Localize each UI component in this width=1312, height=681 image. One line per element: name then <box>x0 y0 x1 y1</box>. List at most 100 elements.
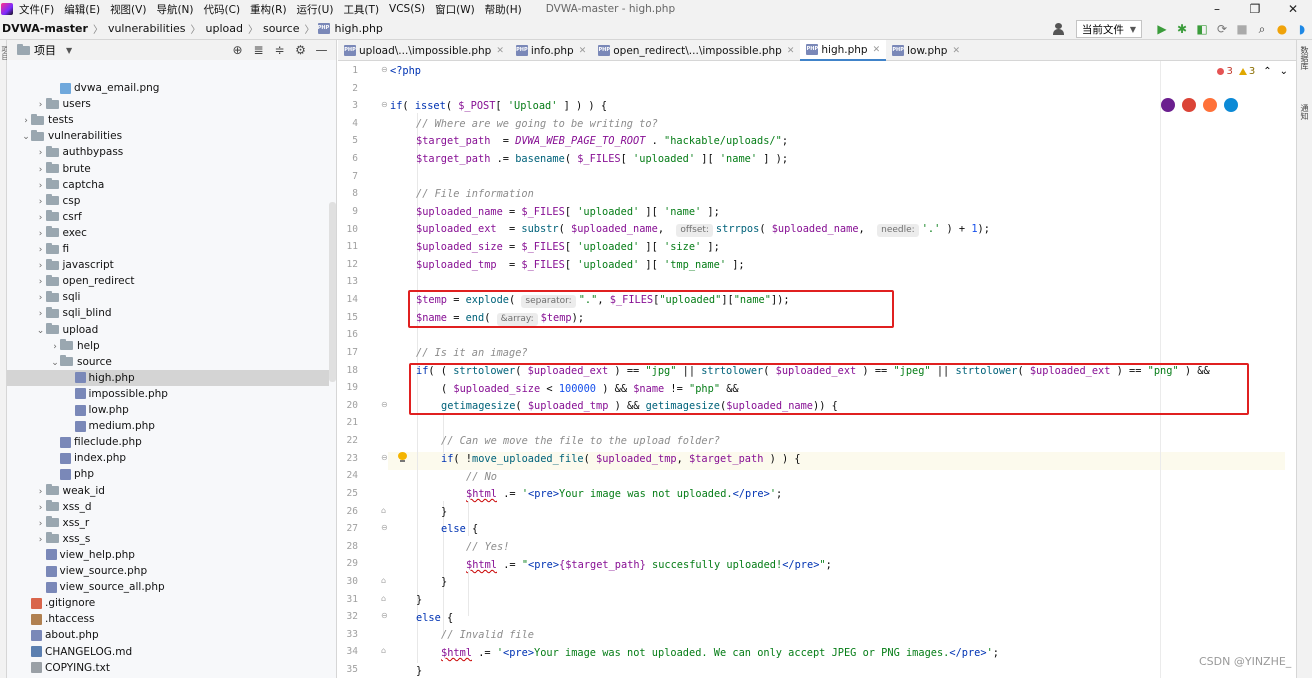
menu-help[interactable]: 帮助(H) <box>485 2 522 17</box>
menu-run[interactable]: 运行(U) <box>297 2 334 17</box>
fold-marker-icon[interactable]: ⊖ <box>381 65 388 74</box>
chrome-icon[interactable] <box>1182 98 1196 112</box>
menu-window[interactable]: 窗口(W) <box>435 2 475 17</box>
run-configuration-select[interactable]: 当前文件 ▼ <box>1076 20 1142 38</box>
chevron-right-icon[interactable]: › <box>36 97 46 113</box>
search-everywhere-icon[interactable]: ⌕ <box>1252 22 1272 37</box>
tree-item[interactable]: impossible.php <box>7 386 329 402</box>
breadcrumb-project[interactable]: DVWA-master <box>0 22 90 35</box>
editor-tab[interactable]: PHPupload\...\impossible.php✕ <box>338 40 510 61</box>
tree-item[interactable]: dvwa_email.png <box>7 80 329 96</box>
tree-item[interactable]: ⌄vulnerabilities <box>7 128 329 144</box>
editor-tab[interactable]: PHPhigh.php✕ <box>800 40 886 61</box>
close-tab-icon[interactable]: ✕ <box>873 45 881 55</box>
chevron-up-icon[interactable]: ⌃ <box>1263 66 1271 77</box>
close-window-button[interactable]: ✕ <box>1274 0 1312 18</box>
chevron-right-icon[interactable]: › <box>36 178 46 194</box>
locate-icon[interactable]: ⊕ <box>227 43 248 57</box>
updates-icon[interactable]: ● <box>1272 22 1292 36</box>
tree-item[interactable]: ›javascript <box>7 257 329 273</box>
tree-item[interactable]: fileclude.php <box>7 434 329 450</box>
tree-item[interactable]: ›captcha <box>7 177 329 193</box>
tree-item[interactable]: ›sqli <box>7 289 329 305</box>
stop-icon[interactable]: ■ <box>1232 22 1252 36</box>
tree-item[interactable]: ›xss_s <box>7 531 329 547</box>
edge-icon[interactable] <box>1224 98 1238 112</box>
chevron-right-icon[interactable]: › <box>36 274 46 290</box>
tree-item[interactable]: .htaccess <box>7 611 329 627</box>
chevron-down-icon[interactable]: ⌄ <box>1280 66 1288 77</box>
editor-tab[interactable]: PHPinfo.php✕ <box>510 40 592 61</box>
chevron-right-icon[interactable]: › <box>50 339 60 355</box>
tree-item[interactable]: ›xss_d <box>7 499 329 515</box>
tree-item[interactable]: view_help.php <box>7 547 329 563</box>
fold-marker-icon[interactable]: ⌂ <box>381 506 386 515</box>
breadcrumb-vulnerabilities[interactable]: vulnerabilities <box>106 22 188 35</box>
tree-item[interactable]: view_source.php <box>7 563 329 579</box>
fold-marker-icon[interactable]: ⊖ <box>381 400 388 409</box>
chevron-down-icon[interactable]: ⌄ <box>36 323 46 339</box>
chevron-right-icon[interactable]: › <box>36 500 46 516</box>
chevron-down-icon[interactable]: ▼ <box>66 46 72 55</box>
close-tab-icon[interactable]: ✕ <box>952 46 960 56</box>
chevron-down-icon[interactable]: ⌄ <box>21 129 31 145</box>
tree-item[interactable]: ›xss_r <box>7 515 329 531</box>
tree-item[interactable]: ›help <box>7 338 329 354</box>
run-icon[interactable]: ▶ <box>1152 22 1172 36</box>
chevron-right-icon[interactable]: › <box>36 162 46 178</box>
chevron-right-icon[interactable]: › <box>36 484 46 500</box>
tree-item[interactable]: ›tests <box>7 112 329 128</box>
breadcrumb-source[interactable]: source <box>261 22 302 35</box>
chevron-right-icon[interactable]: › <box>21 113 31 129</box>
chevron-down-icon[interactable]: ⌄ <box>50 355 60 371</box>
chevron-right-icon[interactable]: › <box>36 210 46 226</box>
tree-item[interactable]: ›exec <box>7 225 329 241</box>
tree-item[interactable]: COPYING.txt <box>7 660 329 676</box>
tree-scrollbar[interactable] <box>329 202 336 382</box>
phpstorm-browser-icon[interactable] <box>1161 98 1175 112</box>
editor-tab[interactable]: PHPlow.php✕ <box>886 40 966 61</box>
ide-logo-icon[interactable]: ◗ <box>1292 22 1312 36</box>
chevron-right-icon[interactable]: › <box>36 226 46 242</box>
inspection-widget[interactable]: 3 3 ⌃ ⌄ <box>1217 66 1288 77</box>
chevron-right-icon[interactable]: › <box>36 516 46 532</box>
menu-vcs[interactable]: VCS(S) <box>389 3 425 15</box>
tree-item[interactable]: php <box>7 466 329 482</box>
tree-item[interactable]: ⌄source <box>7 354 329 370</box>
tree-item[interactable]: ›sqli_blind <box>7 305 329 321</box>
tree-item[interactable]: .gitignore <box>7 595 329 611</box>
menu-edit[interactable]: 编辑(E) <box>64 2 100 17</box>
fold-marker-icon[interactable]: ⊖ <box>381 611 388 620</box>
database-tool-tab[interactable]: 数据库 <box>1299 46 1310 70</box>
project-panel-title[interactable]: 项目 <box>34 42 56 58</box>
chevron-right-icon[interactable]: › <box>36 532 46 548</box>
chevron-right-icon[interactable]: › <box>36 290 46 306</box>
tree-item[interactable]: low.php <box>7 402 329 418</box>
coverage-icon[interactable]: ◧ <box>1192 22 1212 36</box>
chevron-right-icon[interactable]: › <box>36 242 46 258</box>
tree-item[interactable]: ⌄upload <box>7 322 329 338</box>
tree-item[interactable]: ›open_redirect <box>7 273 329 289</box>
menu-view[interactable]: 视图(V) <box>110 2 146 17</box>
menu-refactor[interactable]: 重构(R) <box>250 2 287 17</box>
tree-item[interactable]: about.php <box>7 627 329 643</box>
hide-icon[interactable]: — <box>311 43 332 57</box>
code-area[interactable]: <?php if( isset( $_POST[ 'Upload' ] ) ) … <box>388 61 1312 678</box>
notifications-tool-tab[interactable]: 通知 <box>1299 104 1310 120</box>
tree-item[interactable]: high.php <box>7 370 329 386</box>
close-tab-icon[interactable]: ✕ <box>787 46 795 56</box>
fold-marker-icon[interactable]: ⌂ <box>381 594 386 603</box>
chevron-right-icon[interactable]: › <box>36 145 46 161</box>
firefox-icon[interactable] <box>1203 98 1217 112</box>
tree-item[interactable]: CHANGELOG.md <box>7 644 329 660</box>
editor-tab[interactable]: PHPopen_redirect\...\impossible.php✕ <box>592 40 800 61</box>
menu-code[interactable]: 代码(C) <box>204 2 241 17</box>
breadcrumb-file[interactable]: high.php <box>333 22 385 35</box>
tree-item[interactable]: ›authbypass <box>7 144 329 160</box>
debug-icon[interactable]: ✱ <box>1172 22 1192 36</box>
breadcrumb-upload[interactable]: upload <box>204 22 245 35</box>
tree-item[interactable]: view_source_all.php <box>7 579 329 595</box>
tree-item[interactable]: ›weak_id <box>7 483 329 499</box>
fold-marker-icon[interactable]: ⊖ <box>381 523 388 532</box>
tree-item[interactable]: ›fi <box>7 241 329 257</box>
